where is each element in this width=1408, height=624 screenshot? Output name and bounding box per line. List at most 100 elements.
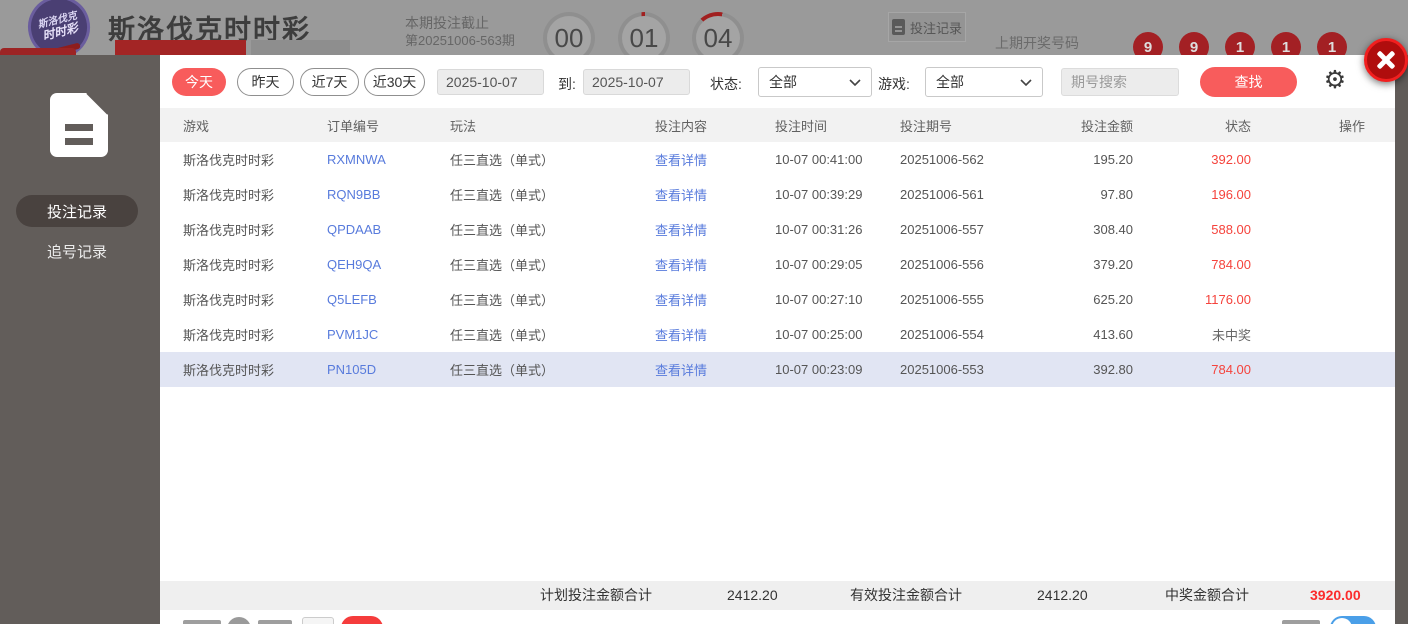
- view-details-link[interactable]: 查看详情: [655, 360, 775, 379]
- draw-number-ball: 9: [1179, 32, 1209, 55]
- close-icon[interactable]: [1364, 38, 1408, 82]
- status-select[interactable]: 全部: [758, 67, 872, 97]
- game-select[interactable]: 全部: [925, 67, 1043, 97]
- countdown-circle: 00: [543, 12, 595, 55]
- deadline-label: 本期投注截止: [405, 15, 489, 31]
- win-total-value: 3920.00: [1310, 587, 1361, 603]
- period-search-input[interactable]: [1061, 68, 1179, 96]
- draw-number-ball: 9: [1133, 32, 1163, 55]
- order-number-link[interactable]: PVM1JC: [327, 327, 450, 342]
- quick-filter-button[interactable]: 近7天: [300, 68, 359, 96]
- summary-bar: 计划投注金额合计 2412.20 有效投注金额合计 2412.20 中奖金额合计…: [160, 581, 1395, 610]
- bet-record-header-label: 投注记录: [909, 20, 962, 36]
- column-header: 状态: [1224, 118, 1251, 134]
- game-select-value: 全部: [936, 74, 964, 90]
- game-tab-active: [115, 40, 246, 55]
- plan-total-value: 2412.20: [727, 587, 778, 603]
- draw-number-ball: 1: [1317, 32, 1347, 55]
- screen: 斯洛伐克 时时彩 斯洛伐克时时彩 本期投注截止 第20251006-563期 0…: [0, 0, 1408, 624]
- date-to-input[interactable]: [583, 69, 690, 95]
- deadline-info: 本期投注截止 第20251006-563期: [405, 14, 515, 50]
- column-header: 操作: [1338, 118, 1365, 134]
- cell-bet-time: 10-07 00:29:05: [775, 257, 863, 272]
- cell-period: 20251006-553: [900, 362, 984, 377]
- valid-total-value: 2412.20: [1037, 587, 1088, 603]
- quick-filter-button[interactable]: 今天: [172, 68, 226, 96]
- view-details-link[interactable]: 查看详情: [655, 220, 775, 239]
- table-header: 游戏 订单编号 玩法 投注内容 投注时间 投注期号 投注金额 状态 操作: [160, 108, 1395, 142]
- view-details-link[interactable]: 查看详情: [655, 185, 775, 204]
- order-number-link[interactable]: QPDAAB: [327, 222, 450, 237]
- countdown-value: 00: [547, 16, 591, 55]
- column-header: 订单编号: [327, 118, 380, 134]
- cell-bet-time: 10-07 00:31:26: [775, 222, 863, 237]
- table-row: 斯洛伐克时时彩 RQN9BB 任三直选（单式） 查看详情 10-07 00:39:29 2…: [160, 177, 1395, 212]
- quick-filter-button[interactable]: 近30天: [364, 68, 425, 96]
- toggle-switch[interactable]: [1330, 616, 1376, 624]
- cell-period: 20251006-562: [900, 152, 984, 167]
- cell-status: 1176.00: [1204, 292, 1251, 307]
- order-number-link[interactable]: PN105D: [327, 362, 450, 377]
- win-total-label: 中奖金额合计: [1165, 587, 1249, 603]
- cell-status: 784.00: [1211, 362, 1251, 377]
- countdown-circle: 04: [692, 12, 744, 55]
- chevron-down-icon: [1020, 78, 1032, 86]
- quick-filter-button[interactable]: 昨天: [237, 68, 294, 96]
- view-details-link[interactable]: 查看详情: [655, 325, 775, 344]
- cell-game: 斯洛伐克时时彩: [183, 293, 275, 308]
- cell-bet-time: 10-07 00:23:09: [775, 362, 863, 377]
- sidebar-item-chase-records[interactable]: 追号记录: [16, 235, 138, 267]
- pagination-page-button[interactable]: [227, 617, 251, 624]
- cell-status: 392.00: [1211, 152, 1251, 167]
- pagination-page-input[interactable]: [302, 617, 334, 624]
- filter-bar: 今天昨天近7天近30天 到: 状态: 全部 游戏: 全部 查找 ⚙: [160, 55, 1395, 108]
- game-tab-inactive: [251, 40, 350, 55]
- cell-bet-time: 10-07 00:39:29: [775, 187, 863, 202]
- table-row: 斯洛伐克时时彩 Q5LEFB 任三直选（单式） 查看详情 10-07 00:27:10 2…: [160, 282, 1395, 317]
- view-details-link[interactable]: 查看详情: [655, 255, 775, 274]
- cell-amount: 379.20: [1093, 257, 1133, 272]
- cell-status: 196.00: [1211, 187, 1251, 202]
- column-header: 玩法: [450, 118, 477, 134]
- table-row: 斯洛伐克时时彩 QPDAAB 任三直选（单式） 查看详情 10-07 00:31:26 2…: [160, 212, 1395, 247]
- countdown-value: 04: [696, 16, 740, 55]
- chevron-down-icon: [849, 78, 861, 86]
- cell-game: 斯洛伐克时时彩: [183, 188, 275, 203]
- gear-icon[interactable]: ⚙: [1320, 65, 1350, 95]
- order-number-link[interactable]: QEH9QA: [327, 257, 450, 272]
- countdown-circle: 01: [618, 12, 670, 55]
- cell-amount: 97.80: [1100, 187, 1133, 202]
- table-row: 斯洛伐克时时彩 PVM1JC 任三直选（单式） 查看详情 10-07 00:25:00 2…: [160, 317, 1395, 352]
- cell-amount: 392.80: [1093, 362, 1133, 377]
- cell-status: 未中奖: [1211, 328, 1251, 343]
- cell-period: 20251006-555: [900, 292, 984, 307]
- modal-sidebar: 投注记录 追号记录: [0, 55, 160, 624]
- cell-amount: 625.20: [1093, 292, 1133, 307]
- pagination-text-fragment: [183, 620, 221, 624]
- document-icon: [891, 19, 905, 35]
- column-header: 投注期号: [900, 118, 953, 134]
- countdown-value: 01: [622, 16, 666, 55]
- bet-record-big-icon: [50, 92, 109, 162]
- table-row: 斯洛伐克时时彩 RXMNWA 任三直选（单式） 查看详情 10-07 00:41:00 2…: [160, 142, 1395, 177]
- order-number-link[interactable]: Q5LEFB: [327, 292, 450, 307]
- order-number-link[interactable]: RQN9BB: [327, 187, 450, 202]
- status-select-value: 全部: [769, 74, 797, 90]
- cell-game: 斯洛伐克时时彩: [183, 328, 275, 343]
- date-from-input[interactable]: [437, 69, 544, 95]
- game-filter-label: 游戏:: [878, 76, 910, 92]
- table-row: 斯洛伐克时时彩 QEH9QA 任三直选（单式） 查看详情 10-07 00:29:05 2…: [160, 247, 1395, 282]
- cell-play-type: 任三直选（单式）: [450, 258, 555, 273]
- sidebar-item-bet-records[interactable]: 投注记录: [16, 195, 138, 227]
- view-details-link[interactable]: 查看详情: [655, 150, 775, 169]
- column-header: 投注金额: [1080, 118, 1133, 134]
- order-number-link[interactable]: RXMNWA: [327, 152, 450, 167]
- view-details-link[interactable]: 查看详情: [655, 290, 775, 309]
- bet-record-modal: 今天昨天近7天近30天 到: 状态: 全部 游戏: 全部 查找 ⚙ 游戏订: [160, 55, 1395, 624]
- search-button[interactable]: 查找: [1200, 67, 1297, 97]
- last-draw-label: 上期开奖号码: [995, 35, 1079, 51]
- pagination-confirm-button[interactable]: [341, 616, 383, 624]
- deadline-period: 第20251006-563期: [405, 33, 515, 48]
- cell-amount: 413.60: [1093, 327, 1133, 342]
- cell-period: 20251006-561: [900, 187, 984, 202]
